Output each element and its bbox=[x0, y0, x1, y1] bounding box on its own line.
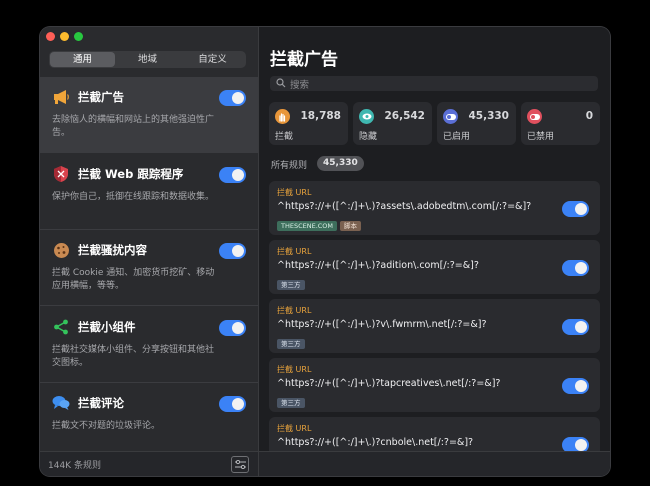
rule-type: 拦截 URL bbox=[277, 306, 312, 315]
stat-blocked[interactable]: 18,788 拦截 bbox=[269, 102, 348, 145]
script-tag: 脚本 bbox=[340, 221, 362, 231]
rule-tags: 第三方 bbox=[277, 339, 305, 349]
rule-toggle[interactable] bbox=[562, 378, 589, 394]
rule-row[interactable]: 拦截 URL ^https?://+([^:/]+\.)?adition\.co… bbox=[269, 240, 600, 294]
total-rules-count: 144K 条规则 bbox=[48, 461, 101, 471]
rule-row[interactable]: 拦截 URL ^https?://+([^:/]+\.)?v\.fwmrm\.n… bbox=[269, 299, 600, 353]
shield-icon bbox=[52, 165, 70, 183]
block-comments-toggle[interactable] bbox=[219, 396, 246, 412]
sidebar-footer: 144K 条规则 bbox=[40, 451, 258, 476]
page-title: 拦截广告 bbox=[270, 50, 338, 70]
tab-regional[interactable]: 地域 bbox=[115, 52, 180, 67]
third-party-tag: 第三方 bbox=[277, 398, 305, 408]
sidebar-item-title: 拦截骚扰内容 bbox=[78, 243, 147, 257]
sidebar-item-title: 拦截小组件 bbox=[78, 320, 136, 334]
sidebar-item-desc: 拦截文不对题的垃圾评论。 bbox=[52, 421, 161, 431]
rule-toggle[interactable] bbox=[562, 260, 589, 276]
rule-type: 拦截 URL bbox=[277, 424, 312, 433]
cookie-icon bbox=[52, 241, 70, 259]
rule-tags: THESCENE.COM 脚本 bbox=[277, 221, 362, 231]
rule-row[interactable]: 拦截 URL ^https?://+([^:/]+\.)?tapcreative… bbox=[269, 358, 600, 412]
main-footer bbox=[259, 451, 610, 476]
minimize-window-button[interactable] bbox=[60, 32, 69, 41]
tab-custom[interactable]: 自定义 bbox=[180, 52, 245, 67]
hand-icon bbox=[275, 109, 290, 124]
sidebar-item-block-annoyances[interactable]: 拦截骚扰内容 拦截 Cookie 通知、加密货币挖矿、移动应用横幅，等等。 bbox=[40, 230, 258, 306]
stat-value: 45,330 bbox=[468, 110, 509, 122]
rule-pattern: ^https?://+([^:/]+\.)?cnbole\.net[/:?=&]… bbox=[277, 437, 474, 448]
rule-pattern: ^https?://+([^:/]+\.)?v\.fwmrm\.net[/:?=… bbox=[277, 319, 487, 330]
rule-pattern: ^https?://+([^:/]+\.)?assets\.adobedtm\.… bbox=[277, 201, 532, 212]
rule-pattern: ^https?://+([^:/]+\.)?adition\.com[/:?=&… bbox=[277, 260, 479, 271]
sliders-icon bbox=[234, 460, 246, 469]
rule-type: 拦截 URL bbox=[277, 188, 312, 197]
stat-value: 0 bbox=[585, 110, 593, 122]
filter-settings-button[interactable] bbox=[231, 456, 249, 473]
megaphone-icon bbox=[52, 88, 70, 106]
block-widgets-toggle[interactable] bbox=[219, 320, 246, 336]
sidebar-item-block-comments[interactable]: 拦截评论 拦截文不对题的垃圾评论。 bbox=[40, 383, 258, 459]
sidebar-item-desc: 拦截社交媒体小组件、分享按钮和其他社交图标。 bbox=[52, 345, 215, 368]
sidebar: 通用 地域 自定义 拦截广告 去除恼人的横幅和网站上的其他强迫性广告。 拦截 W… bbox=[40, 27, 259, 476]
block-ads-toggle[interactable] bbox=[219, 90, 246, 106]
eye-icon bbox=[359, 109, 374, 124]
sidebar-item-desc: 拦截 Cookie 通知、加密货币挖矿、移动应用横幅，等等。 bbox=[52, 268, 215, 291]
category-segmented-control: 通用 地域 自定义 bbox=[49, 51, 246, 68]
sidebar-item-block-ads[interactable]: 拦截广告 去除恼人的横幅和网站上的其他强迫性广告。 bbox=[40, 77, 258, 153]
domain-tag: THESCENE.COM bbox=[277, 221, 338, 231]
stat-value: 18,788 bbox=[300, 110, 341, 122]
search-placeholder: 搜索 bbox=[290, 80, 310, 91]
rule-toggle[interactable] bbox=[562, 201, 589, 217]
stat-value: 26,542 bbox=[384, 110, 425, 122]
block-annoyances-toggle[interactable] bbox=[219, 243, 246, 259]
sidebar-item-desc: 保护你自己，抵御在线跟踪和数据收集。 bbox=[52, 192, 215, 202]
stat-hidden[interactable]: 26,542 隐藏 bbox=[353, 102, 432, 145]
stat-enabled[interactable]: 45,330 已启用 bbox=[437, 102, 516, 145]
window-controls bbox=[46, 32, 83, 41]
stat-label: 已禁用 bbox=[527, 132, 555, 142]
app-window: 通用 地域 自定义 拦截广告 去除恼人的横幅和网站上的其他强迫性广告。 拦截 W… bbox=[40, 27, 610, 476]
sidebar-item-title: 拦截评论 bbox=[78, 396, 124, 410]
tab-general[interactable]: 通用 bbox=[50, 52, 115, 67]
rules-heading: 所有规则 bbox=[271, 161, 308, 171]
search-field[interactable]: 搜索 bbox=[270, 76, 598, 91]
third-party-tag: 第三方 bbox=[277, 280, 305, 290]
rules-count-badge: 45,330 bbox=[317, 156, 364, 171]
sidebar-item-block-trackers[interactable]: 拦截 Web 跟踪程序 保护你自己，抵御在线跟踪和数据收集。 bbox=[40, 154, 258, 230]
block-trackers-toggle[interactable] bbox=[219, 167, 246, 183]
rule-type: 拦截 URL bbox=[277, 247, 312, 256]
sidebar-item-block-widgets[interactable]: 拦截小组件 拦截社交媒体小组件、分享按钮和其他社交图标。 bbox=[40, 307, 258, 383]
main-panel: 拦截广告 搜索 18,788 拦截 26,542 隐藏 45,330 已启用 0… bbox=[259, 27, 610, 476]
search-icon bbox=[276, 78, 286, 88]
stat-label: 拦截 bbox=[275, 132, 294, 142]
close-window-button[interactable] bbox=[46, 32, 55, 41]
rule-tags: 第三方 bbox=[277, 280, 305, 290]
sidebar-item-title: 拦截广告 bbox=[78, 90, 124, 104]
stat-label: 已启用 bbox=[443, 132, 471, 142]
toggle-on-icon bbox=[443, 109, 458, 124]
sidebar-item-title: 拦截 Web 跟踪程序 bbox=[78, 167, 184, 181]
share-icon bbox=[52, 318, 70, 336]
rule-toggle[interactable] bbox=[562, 319, 589, 335]
toggle-off-icon bbox=[527, 109, 542, 124]
rule-pattern: ^https?://+([^:/]+\.)?tapcreatives\.net[… bbox=[277, 378, 501, 389]
rule-row[interactable]: 拦截 URL ^https?://+([^:/]+\.)?assets\.ado… bbox=[269, 181, 600, 235]
sidebar-item-desc: 去除恼人的横幅和网站上的其他强迫性广告。 bbox=[52, 115, 215, 138]
stat-label: 隐藏 bbox=[359, 132, 378, 142]
rule-type: 拦截 URL bbox=[277, 365, 312, 374]
stat-disabled[interactable]: 0 已禁用 bbox=[521, 102, 600, 145]
speech-bubbles-icon bbox=[52, 394, 70, 412]
third-party-tag: 第三方 bbox=[277, 339, 305, 349]
rule-tags: 第三方 bbox=[277, 398, 305, 408]
zoom-window-button[interactable] bbox=[74, 32, 83, 41]
